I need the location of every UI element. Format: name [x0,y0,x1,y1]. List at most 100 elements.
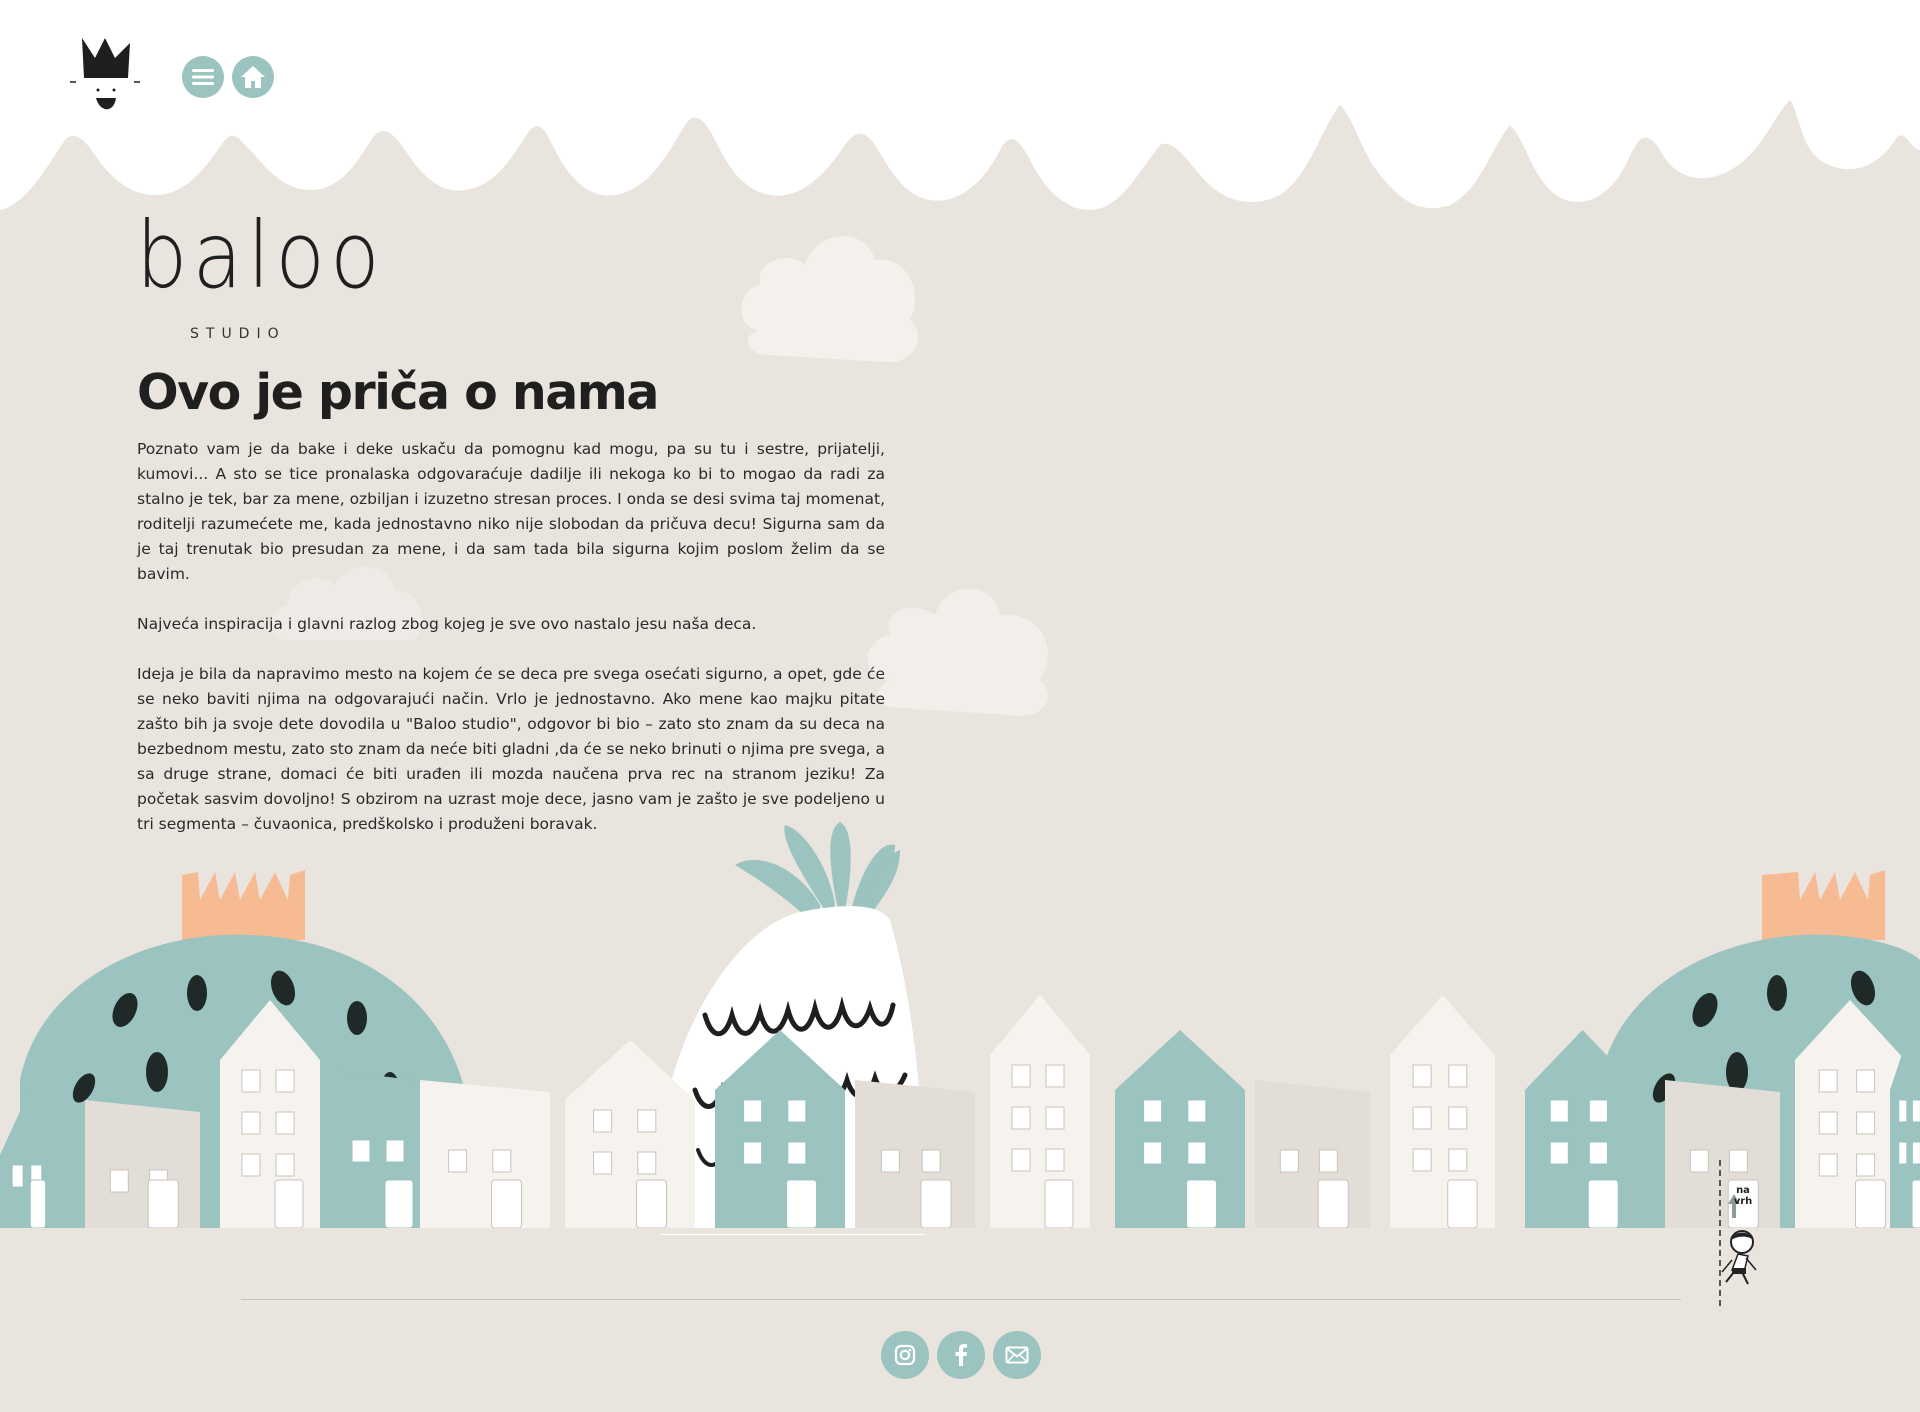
house-window [880,1149,900,1173]
house-window [1011,1148,1031,1172]
house-window [1856,1069,1876,1093]
house-window [1588,1141,1608,1165]
house-door [1911,1179,1920,1229]
house-window [1898,1099,1908,1123]
house-window [787,1099,807,1123]
house-window [241,1153,261,1177]
house-door [1186,1179,1217,1229]
house-window [1412,1064,1432,1088]
house-window [743,1099,763,1123]
house-window [1818,1153,1838,1177]
instagram-icon [894,1344,916,1366]
house-window [241,1069,261,1093]
house-window [1143,1099,1163,1123]
footer-divider [241,1299,1681,1300]
house-window [448,1149,468,1173]
house [420,1080,550,1230]
logo-wordmark: baloo [136,202,385,309]
house [330,1070,430,1230]
house-window [1549,1141,1569,1165]
menu-button[interactable] [182,56,224,98]
house [990,995,1090,1230]
house-door [1447,1179,1478,1229]
home-button[interactable] [232,56,274,98]
house-window [1911,1099,1920,1123]
house [85,1100,200,1230]
back-to-top-line2: vrh [1733,1196,1753,1207]
house-window [637,1151,657,1175]
house-window [1412,1106,1432,1130]
house-door [1855,1179,1886,1229]
facebook-button[interactable] [937,1331,985,1379]
house-door [384,1179,414,1229]
house-window [593,1151,613,1175]
house [1115,1030,1245,1230]
logo-subtitle: STUDIO [190,326,286,342]
instagram-button[interactable] [881,1331,929,1379]
house-door [1317,1179,1349,1229]
back-to-top-figure [1719,1160,1757,1310]
house-window [351,1139,371,1163]
cloud [867,588,1049,716]
house-window [492,1149,512,1173]
page-title: Ovo je priča o nama [137,364,659,421]
house-window [1448,1106,1468,1130]
house-window [1011,1106,1031,1130]
house-window [1045,1106,1065,1130]
house-door [920,1179,952,1229]
hamburger-icon [192,69,214,85]
house-door [29,1179,47,1229]
house-window [1279,1149,1299,1173]
house-window [275,1153,295,1177]
cloud [741,236,919,363]
house [1390,995,1495,1230]
house-window [109,1169,129,1193]
house-window [1448,1064,1468,1088]
house-window [1856,1111,1876,1135]
house-window [241,1111,261,1135]
house-window [1911,1141,1920,1165]
house-window [1143,1141,1163,1165]
house-window [1549,1099,1569,1123]
back-to-top-line1: na [1736,1185,1750,1196]
house-window [1448,1148,1468,1172]
house-door [491,1179,522,1229]
house-window [1187,1099,1207,1123]
house-window [1318,1149,1338,1173]
cloud-band [0,0,1920,210]
house-window [743,1141,763,1165]
house-window [275,1069,295,1093]
house-window [1818,1111,1838,1135]
home-icon [241,66,265,88]
house-door [1044,1179,1074,1229]
house-window [637,1109,657,1133]
house-window [1045,1064,1065,1088]
house-window [1045,1148,1065,1172]
back-to-top-button[interactable] [1704,1160,1764,1310]
house-window [1818,1069,1838,1093]
house-window [593,1109,613,1133]
house [1255,1080,1370,1230]
house-door [274,1179,304,1229]
house-door [1587,1179,1619,1229]
house-window [275,1111,295,1135]
house-window [385,1139,405,1163]
mail-button[interactable] [993,1331,1041,1379]
mail-icon [1005,1346,1029,1364]
house-window [921,1149,941,1173]
house-door [147,1179,179,1229]
facebook-icon [955,1344,967,1366]
story-paragraph: Poznato vam je da bake i deke uskaču da … [137,440,885,583]
house-window [1588,1099,1608,1123]
house-window [1412,1148,1432,1172]
house-window [787,1141,807,1165]
story-paragraph: Najveća inspiracija i glavni razlog zbog… [137,615,757,633]
story-paragraph: Ideja je bila da napravimo mesto na koje… [137,665,885,833]
house-window [1898,1141,1908,1165]
house-window [1856,1153,1876,1177]
house-door [636,1179,667,1229]
house-window [1011,1064,1031,1088]
house-door [786,1179,817,1229]
house-window [11,1164,24,1188]
house-window [1187,1141,1207,1165]
